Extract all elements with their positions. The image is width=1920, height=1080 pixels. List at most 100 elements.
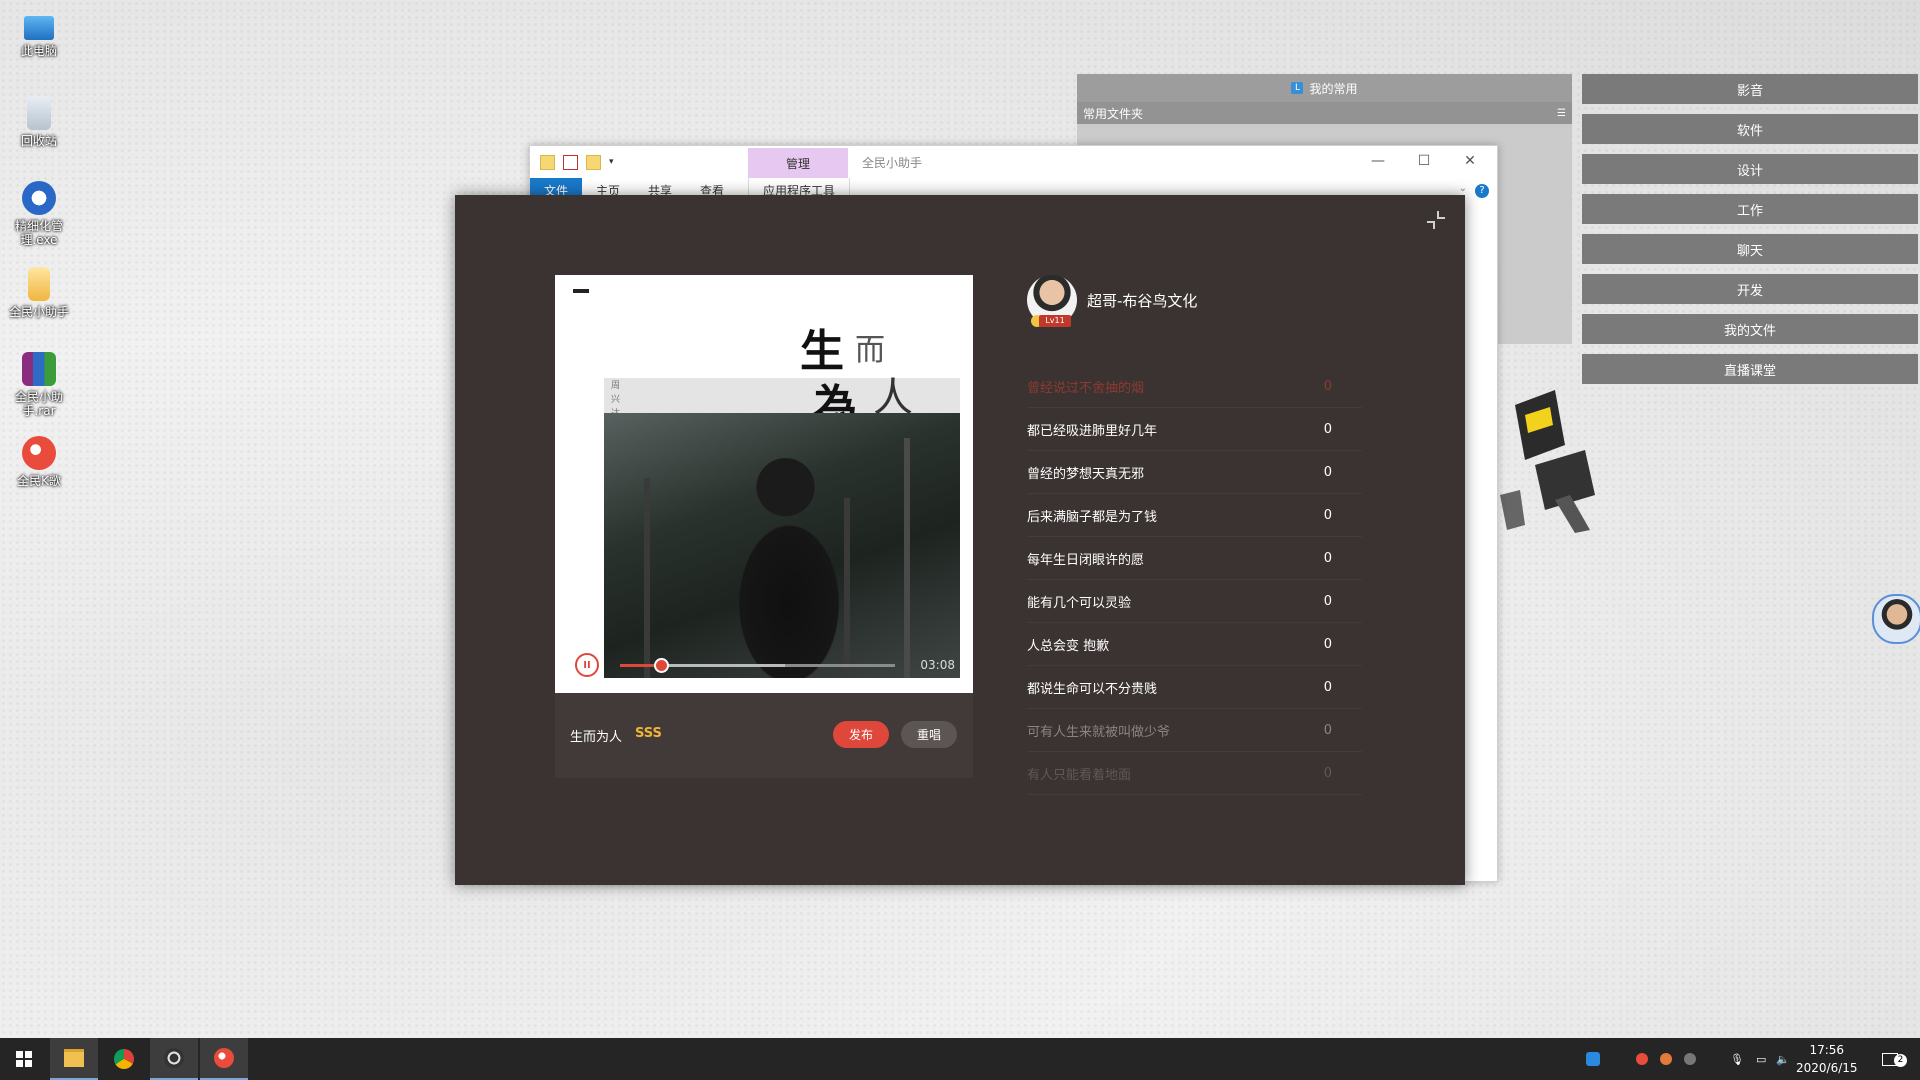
properties-icon[interactable] — [563, 154, 578, 170]
collapse-icon — [1427, 211, 1445, 229]
user-profile[interactable]: Lv11 超哥-布谷鸟文化 — [1027, 275, 1197, 327]
collapse-button[interactable] — [1421, 205, 1451, 235]
lyric-line[interactable]: 曾经说过不舍抽的烟 0 — [1027, 365, 1362, 408]
fence-menu-icon[interactable]: ☰ — [1557, 108, 1566, 119]
lyric-line[interactable]: 曾经的梦想天真无邪 0 — [1027, 451, 1362, 494]
desktop-logo-3d — [1500, 390, 1595, 533]
desktop-icon-label: 回收站 — [20, 134, 57, 148]
fence-title[interactable]: L 我的常用 — [1077, 74, 1572, 102]
lyric-line[interactable]: 都已经吸进肺里好几年 0 — [1027, 408, 1362, 451]
desktop-icon-computer[interactable]: 此电脑 — [0, 10, 78, 58]
desktop-icon-label: 全民小助手 — [8, 305, 69, 319]
computer-icon — [24, 16, 54, 40]
tray-karaoke-icon-2[interactable] — [1660, 1053, 1672, 1065]
lyric-line[interactable]: 都说生命可以不分贵贱 0 — [1027, 666, 1362, 709]
network-icon[interactable]: ▭ — [1756, 1053, 1766, 1066]
lyric-count: 0 — [1323, 636, 1332, 652]
taskbar-karaoke[interactable] — [200, 1038, 248, 1080]
rar-archive-icon — [22, 352, 56, 386]
recycle-bin-icon — [27, 96, 51, 130]
progress-track[interactable] — [620, 658, 895, 673]
lyric-text: 曾经的梦想天真无邪 — [1027, 466, 1145, 482]
new-folder-icon[interactable] — [586, 154, 601, 170]
taskbar-obs[interactable] — [150, 1038, 198, 1080]
level-badge: Lv11 — [1039, 315, 1071, 327]
desktop-icon-label: 精细化管理.exe — [14, 219, 63, 247]
progress-thumb[interactable] — [654, 658, 670, 673]
category-item[interactable]: 直播课堂 — [1582, 354, 1918, 384]
lyric-text: 有人只能看着地面 — [1027, 767, 1132, 783]
customize-dropdown-icon[interactable]: ▾ — [609, 157, 614, 167]
desktop-icon-recycle-bin[interactable]: 回收站 — [0, 96, 78, 148]
pause-button[interactable]: II — [575, 653, 599, 677]
category-item[interactable]: 软件 — [1582, 114, 1918, 144]
file-explorer-icon — [64, 1049, 84, 1067]
resing-button[interactable]: 重唱 — [901, 721, 957, 748]
lyric-text: 能有几个可以灵验 — [1027, 595, 1132, 611]
notification-center-button[interactable]: 2 — [1866, 1038, 1914, 1080]
tray-obs-icon[interactable] — [1684, 1053, 1696, 1065]
avatar[interactable]: Lv11 — [1027, 275, 1077, 327]
lyric-line[interactable]: 有人只能看着地面 0 — [1027, 752, 1362, 795]
lyric-line[interactable]: 人总会变 抱歉 0 — [1027, 623, 1362, 666]
lyric-text: 都已经吸进肺里好几年 — [1027, 423, 1158, 439]
minimize-button[interactable]: — — [1355, 146, 1401, 176]
player-controls: II 03:08 — [575, 653, 955, 681]
fence-subtitle-label: 常用文件夹 — [1083, 106, 1144, 121]
manage-tab-header[interactable]: 管理 — [748, 148, 848, 178]
ribbon-expand-icon[interactable]: ⌄ — [1459, 183, 1467, 194]
publish-button[interactable]: 发布 — [833, 721, 889, 748]
lyric-line[interactable]: 后来满脑子都是为了钱 0 — [1027, 494, 1362, 537]
desktop-icon-rar[interactable]: 全民小助手.rar — [0, 352, 78, 418]
fence-title-label: 我的常用 — [1309, 81, 1358, 96]
category-item[interactable]: 影音 — [1582, 74, 1918, 104]
cover-tree — [844, 498, 850, 678]
microphone-icon[interactable]: 🎙 — [1730, 1053, 1744, 1066]
fence-subtitle[interactable]: 常用文件夹 ☰ — [1077, 102, 1572, 124]
lyrics-list: 曾经说过不舍抽的烟 0 都已经吸进肺里好几年 0 曾经的梦想天真无邪 0 后来满脑子都是为了… — [1027, 365, 1362, 795]
karaoke-app-icon — [22, 436, 56, 470]
desktop-icon-exe[interactable]: 精细化管理.exe — [0, 181, 78, 247]
lyric-text: 每年生日闭眼许的愿 — [1027, 552, 1145, 568]
song-info-bar: 生而为人 SSS 发布 重唱 — [555, 693, 973, 778]
chrome-icon — [114, 1049, 134, 1069]
category-item[interactable]: 我的文件 — [1582, 314, 1918, 344]
app-exe-icon — [22, 181, 56, 215]
category-item[interactable]: 聊天 — [1582, 234, 1918, 264]
volume-icon[interactable]: 🔈 — [1776, 1053, 1790, 1066]
help-icon[interactable]: ? — [1475, 184, 1489, 198]
lyric-line[interactable]: 可有人生来就被叫做少爷 0 — [1027, 709, 1362, 752]
lyric-count: 0 — [1323, 464, 1332, 480]
close-button[interactable]: ✕ — [1447, 146, 1493, 176]
duration-label: 03:08 — [920, 658, 955, 672]
desktop-icon-karaoke[interactable]: 全民K歌 — [0, 436, 78, 488]
maximize-button[interactable]: ☐ — [1401, 146, 1447, 176]
category-item[interactable]: 工作 — [1582, 194, 1918, 224]
fence-logo-icon: L — [1291, 82, 1304, 94]
karaoke-app-icon — [214, 1048, 234, 1068]
song-title: 生而为人 — [570, 730, 623, 745]
clock[interactable]: 17:56 2020/6/15 — [1796, 1041, 1858, 1077]
lyric-line[interactable]: 能有几个可以灵验 0 — [1027, 580, 1362, 623]
lyric-count: 0 — [1323, 679, 1332, 695]
lyric-text: 可有人生来就被叫做少爷 — [1027, 724, 1171, 740]
lyric-count: 0 — [1323, 765, 1332, 781]
tray-app-icon[interactable] — [1586, 1052, 1600, 1066]
lyric-text: 都说生命可以不分贵贱 — [1027, 681, 1158, 697]
start-button[interactable] — [0, 1038, 48, 1080]
taskbar-explorer[interactable] — [50, 1038, 98, 1080]
taskbar-chrome[interactable] — [100, 1038, 148, 1080]
tray-karaoke-icon[interactable] — [1636, 1053, 1648, 1065]
category-item[interactable]: 开发 — [1582, 274, 1918, 304]
lyric-count: 0 — [1323, 722, 1332, 738]
folder-icon — [540, 154, 555, 170]
lyric-line[interactable]: 每年生日闭眼许的愿 0 — [1027, 537, 1362, 580]
window-controls: — ☐ ✕ — [1355, 146, 1493, 176]
score-badge: SSS — [635, 726, 662, 741]
desktop-icon-folder[interactable]: 全民小助手 — [0, 267, 78, 319]
cover-tree — [644, 478, 650, 678]
cover-tree — [904, 438, 910, 678]
desktop-icon-label: 全民K歌 — [17, 474, 61, 488]
floating-avatar[interactable] — [1872, 594, 1920, 644]
category-item[interactable]: 设计 — [1582, 154, 1918, 184]
